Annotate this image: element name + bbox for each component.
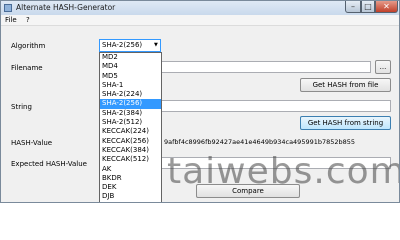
dropdown-option[interactable]: MD5	[100, 72, 161, 81]
dropdown-option[interactable]: SHA-2(384)	[100, 109, 161, 118]
dropdown-option[interactable]: KECCAK(512)	[100, 155, 161, 164]
hash-value-field[interactable]: 9afbf4c8996fb92427ae41e4649b934ca495991b…	[161, 136, 391, 148]
dropdown-option[interactable]: ELF	[100, 202, 161, 203]
minimize-button[interactable]: –	[345, 1, 361, 13]
title-bar[interactable]: Alternate HASH-Generator – □ ✕	[1, 1, 399, 15]
app-window: Alternate HASH-Generator – □ ✕ File ? Al…	[0, 0, 400, 203]
maximize-button[interactable]: □	[361, 1, 375, 13]
menu-file[interactable]: File	[5, 16, 17, 24]
dropdown-option[interactable]: SHA-2(256)	[100, 99, 161, 109]
algorithm-select-value: SHA-2(256)	[102, 41, 143, 49]
hash-value-label: HASH-Value	[11, 139, 53, 147]
algorithm-label: Algorithm	[11, 42, 46, 50]
expected-hash-label: Expected HASH-Value	[11, 160, 87, 168]
main-content: Algorithm Filename ... Get HASH from fil…	[1, 27, 400, 203]
dropdown-option[interactable]: KECCAK(384)	[100, 146, 161, 155]
dropdown-option[interactable]: SHA-2(224)	[100, 90, 161, 99]
dropdown-option[interactable]: AK	[100, 165, 161, 174]
get-hash-from-string-button[interactable]: Get HASH from string	[300, 116, 391, 130]
dropdown-option[interactable]: MD2	[100, 53, 161, 62]
dropdown-option[interactable]: DJB	[100, 192, 161, 201]
dropdown-option[interactable]: DEK	[100, 183, 161, 192]
chevron-down-icon[interactable]: ▼	[154, 40, 158, 51]
window-title: Alternate HASH-Generator	[16, 3, 116, 12]
dropdown-option[interactable]: BKDR	[100, 174, 161, 183]
menu-bar: File ?	[1, 15, 399, 26]
dropdown-option[interactable]: MD4	[100, 62, 161, 71]
get-hash-from-file-button[interactable]: Get HASH from file	[300, 78, 391, 92]
string-label: String	[11, 103, 32, 111]
dropdown-option[interactable]: KECCAK(256)	[100, 137, 161, 146]
close-button[interactable]: ✕	[375, 1, 398, 13]
menu-help[interactable]: ?	[26, 16, 30, 24]
filename-label: Filename	[11, 64, 43, 72]
dropdown-option[interactable]: SHA-1	[100, 81, 161, 90]
watermark: taiwebs.com	[167, 151, 400, 192]
dropdown-option[interactable]: KECCAK(224)	[100, 127, 161, 136]
dropdown-option[interactable]: SHA-2(512)	[100, 118, 161, 127]
string-field[interactable]	[161, 100, 391, 112]
filename-field[interactable]	[161, 61, 371, 73]
algorithm-dropdown-list[interactable]: MD2 MD4 MD5 SHA-1 SHA-2(224) SHA-2(256) SHA-2(…	[99, 52, 162, 203]
algorithm-select[interactable]: SHA-2(256) ▼	[99, 39, 161, 52]
app-icon	[4, 4, 12, 12]
browse-button[interactable]: ...	[375, 60, 391, 74]
